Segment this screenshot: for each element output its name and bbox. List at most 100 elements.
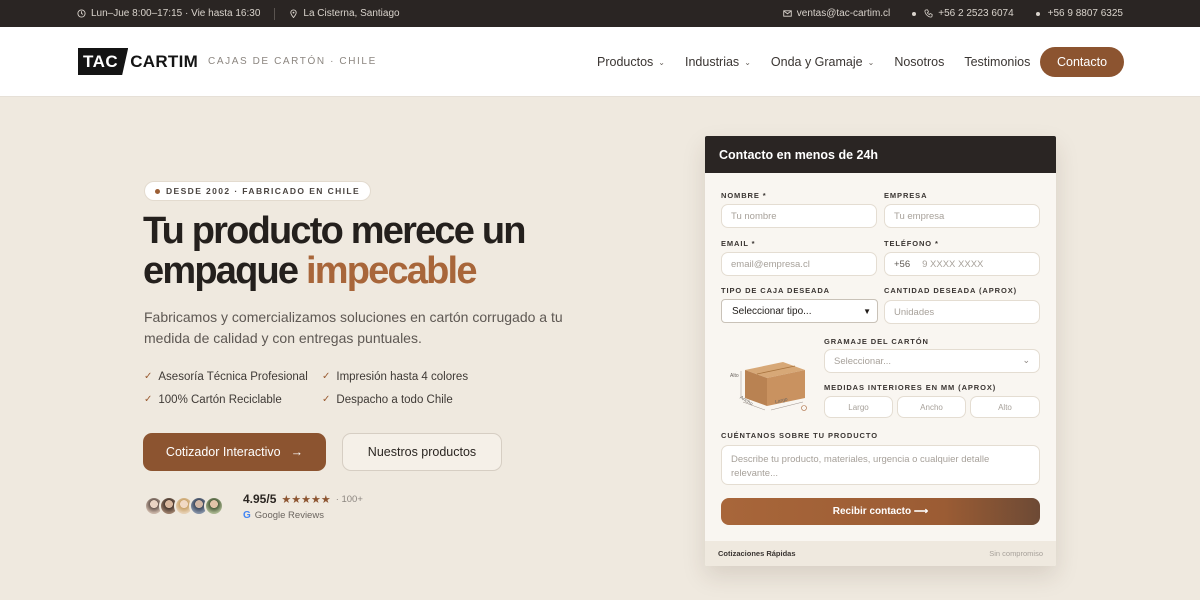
phone-link-2[interactable]: +56 9 8807 6325 bbox=[1048, 8, 1123, 19]
tagline: CAJAS DE CARTÓN · CHILE bbox=[208, 56, 377, 67]
phone-placeholder: 9 XXXX XXXX bbox=[922, 258, 984, 270]
gramaje-label: GRAMAJE DEL CARTÓN bbox=[824, 337, 929, 346]
hero-title-line1: Tu producto merece un bbox=[143, 210, 526, 252]
box-type-value: Seleccionar tipo... bbox=[732, 305, 812, 317]
box-type-select[interactable]: Seleccionar tipo... ▼ bbox=[721, 299, 878, 323]
google-icon: G bbox=[243, 510, 251, 521]
nav-label: Testimonios bbox=[964, 55, 1031, 69]
feature-item: ✓ Asesoría Técnica Profesional bbox=[144, 369, 322, 384]
nav-label: Productos bbox=[597, 55, 654, 69]
star-rating-icon: ★★★★★ bbox=[281, 493, 331, 506]
name-field[interactable]: Tu nombre bbox=[721, 204, 877, 228]
products-button[interactable]: Nuestros productos bbox=[342, 433, 502, 471]
hero-title: Tu producto merece un empaque impecable bbox=[143, 211, 613, 291]
check-icon: ✓ bbox=[144, 371, 153, 382]
email-label: EMAIL * bbox=[721, 239, 756, 248]
phone-label: TELÉFONO * bbox=[884, 239, 939, 248]
chevron-down-icon: ⌄ bbox=[1022, 355, 1030, 365]
feature-list: ✓ Asesoría Técnica Profesional ✓ Impresión… bbox=[144, 369, 524, 407]
nav-item-productos[interactable]: Productos ⌄ bbox=[597, 55, 665, 69]
submit-button[interactable]: Recibir contacto ⟶ bbox=[721, 498, 1040, 525]
quote-tool-button[interactable]: Cotizador Interactivo → bbox=[143, 433, 326, 471]
clock-icon bbox=[77, 9, 86, 18]
location-text: La Cisterna, Santiago bbox=[303, 8, 400, 19]
badge-text: DESDE 2002 · FABRICADO EN CHILE bbox=[166, 186, 361, 196]
feature-text: Impresión hasta 4 colores bbox=[336, 370, 469, 383]
mail-icon bbox=[783, 10, 792, 17]
rating-score: 4.95/5 bbox=[243, 492, 277, 506]
contact-form-card: Contacto en menos de 24h NOMBRE * Tu nom… bbox=[705, 136, 1056, 566]
form-footer: Cotizaciones Rápidas Sin compromiso bbox=[705, 541, 1056, 566]
hero-title-accent: impecable bbox=[305, 250, 477, 292]
check-icon: ✓ bbox=[322, 394, 331, 405]
feature-item: ✓ Impresión hasta 4 colores bbox=[322, 369, 522, 384]
width-field[interactable]: Ancho bbox=[897, 396, 966, 418]
review-count: · 100+ bbox=[335, 493, 363, 505]
chevron-down-icon: ⌄ bbox=[744, 57, 751, 67]
email-field[interactable]: email@empresa.cl bbox=[721, 252, 877, 276]
nav-item-onda-gramaje[interactable]: Onda y Gramaje ⌄ bbox=[771, 55, 874, 69]
arrow-right-icon: → bbox=[290, 445, 304, 459]
logo-tac: TAC bbox=[78, 48, 129, 75]
google-reviews-link[interactable]: G Google Reviews bbox=[243, 510, 324, 521]
location-info: La Cisterna, Santiago bbox=[289, 8, 400, 19]
form-title: Contacto en menos de 24h bbox=[705, 136, 1056, 173]
top-info-bar: Lun–Jue 8:00–17:15 · Vie hasta 16:30 La … bbox=[0, 0, 1200, 27]
length-field[interactable]: Largo bbox=[824, 396, 893, 418]
phone1-text: +56 2 2523 6074 bbox=[938, 8, 1014, 19]
footer-right-text: Sin compromiso bbox=[989, 549, 1043, 558]
description-label: CUÉNTANOS SOBRE TU PRODUCTO bbox=[721, 431, 878, 440]
logo[interactable]: TAC CARTIM bbox=[78, 48, 198, 75]
chevron-down-icon: ▼ bbox=[863, 307, 871, 316]
phone2-text: +56 9 8807 6325 bbox=[1047, 8, 1123, 19]
email-text: ventas@tac-cartim.cl bbox=[796, 8, 891, 19]
height-field[interactable]: Alto bbox=[970, 396, 1040, 418]
phone-icon bbox=[924, 9, 933, 18]
hero-title-line2a: empaque bbox=[143, 250, 306, 292]
contact-button[interactable]: Contacto bbox=[1040, 47, 1124, 77]
review-source: Google Reviews bbox=[254, 510, 324, 521]
map-pin-icon bbox=[290, 9, 298, 18]
nav-label: Nosotros bbox=[894, 55, 945, 69]
nav-item-industrias[interactable]: Industrias ⌄ bbox=[685, 55, 751, 69]
nav-label: Onda y Gramaje bbox=[770, 55, 863, 69]
hero-lead: Fabricamos y comercializamos soluciones … bbox=[144, 309, 563, 346]
badge-dot bbox=[155, 188, 160, 194]
divider bbox=[274, 7, 276, 20]
quantity-field[interactable]: Unidades bbox=[884, 300, 1040, 324]
customer-avatars bbox=[144, 496, 224, 516]
quantity-label: CANTIDAD DESEADA (APROX) bbox=[884, 286, 1017, 295]
check-icon: ✓ bbox=[144, 394, 153, 405]
footer-left-text: Cotizaciones Rápidas bbox=[718, 549, 796, 558]
nav-label: Industrias bbox=[684, 55, 740, 69]
phone-field[interactable]: +56 9 XXXX XXXX bbox=[884, 252, 1040, 276]
check-icon: ✓ bbox=[322, 371, 331, 382]
rating-summary: 4.95/5 ★★★★★ · 100+ bbox=[243, 492, 363, 506]
email-link[interactable]: ventas@tac-cartim.cl bbox=[783, 8, 891, 19]
feature-item: ✓ Despacho a todo Chile bbox=[322, 392, 522, 407]
phone-link-1[interactable]: +56 2 2523 6074 bbox=[924, 8, 1014, 19]
chevron-down-icon: ⌄ bbox=[658, 57, 665, 67]
since-badge: DESDE 2002 · FABRICADO EN CHILE bbox=[144, 181, 372, 201]
logo-cartim: CARTIM bbox=[130, 51, 199, 71]
avatar bbox=[204, 496, 224, 516]
dot-separator bbox=[1035, 11, 1040, 16]
dot-separator bbox=[912, 11, 917, 16]
gramaje-select[interactable]: Seleccionar... ⌄ bbox=[824, 349, 1040, 373]
company-field[interactable]: Tu empresa bbox=[884, 204, 1040, 228]
phone-prefix: +56 bbox=[894, 258, 911, 270]
box-label-alto: Alto bbox=[730, 373, 739, 379]
company-label: EMPRESA bbox=[884, 191, 928, 200]
chevron-down-icon: ⌄ bbox=[867, 57, 875, 67]
nav-item-nosotros[interactable]: Nosotros bbox=[894, 55, 944, 69]
feature-text: Despacho a todo Chile bbox=[336, 393, 453, 406]
site-header: TAC CARTIM CAJAS DE CARTÓN · CHILE Produ… bbox=[0, 27, 1200, 97]
description-textarea[interactable]: Describe tu producto, materiales, urgenc… bbox=[721, 445, 1040, 485]
nav-item-testimonios[interactable]: Testimonios bbox=[964, 55, 1030, 69]
feature-text: 100% Cartón Reciclable bbox=[158, 393, 282, 406]
feature-item: ✓ 100% Cartón Reciclable bbox=[144, 392, 322, 407]
zoom-icon[interactable] bbox=[800, 403, 808, 411]
measures-label: MEDIDAS INTERIORES EN MM (APROX) bbox=[824, 383, 997, 392]
name-label: NOMBRE * bbox=[721, 191, 767, 200]
main-nav: Productos ⌄ Industrias ⌄ Onda y Gramaje ⌄ N… bbox=[597, 51, 1050, 73]
